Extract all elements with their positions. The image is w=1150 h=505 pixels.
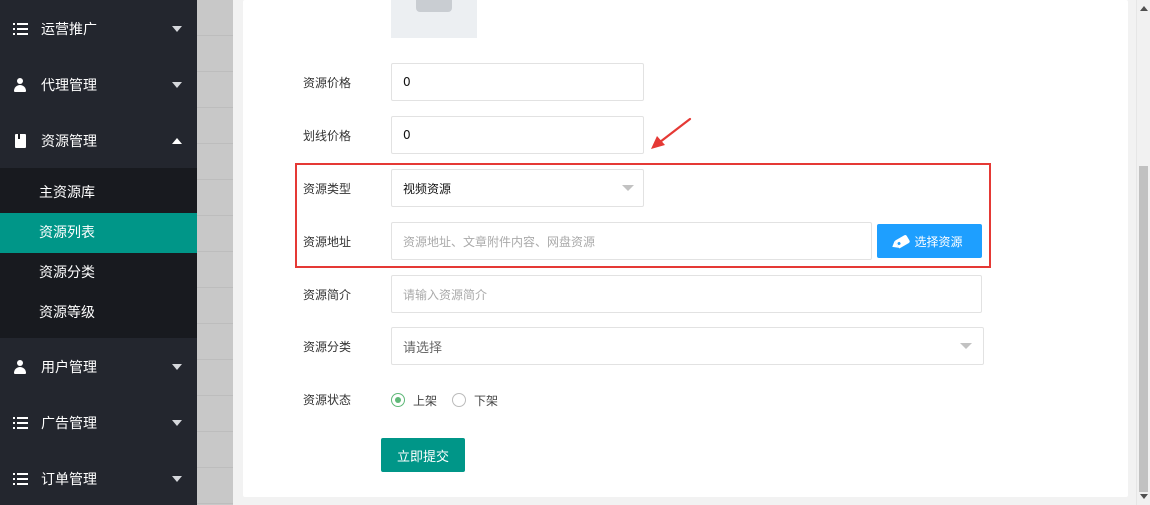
- nav-item-resources[interactable]: 资源管理: [0, 113, 197, 169]
- chevron-down-icon: [172, 26, 182, 32]
- nav-item-ads[interactable]: 广告管理: [0, 395, 197, 451]
- scroll-thumb[interactable]: [1139, 166, 1148, 492]
- choose-resource-button[interactable]: 选择资源: [877, 224, 982, 258]
- resources-submenu: 主资源库 资源列表 资源分类 资源等级: [0, 168, 197, 338]
- scroll-up-icon[interactable]: [1140, 6, 1148, 11]
- nav-item-label: 资源管理: [41, 134, 97, 150]
- scrollbar[interactable]: [1136, 0, 1150, 505]
- chevron-up-icon: [172, 138, 182, 144]
- status-label: 资源状态: [303, 393, 352, 407]
- intro-label: 资源简介: [303, 288, 352, 302]
- camera-icon: [416, 0, 452, 12]
- nav-item-orders[interactable]: 订单管理: [0, 451, 197, 505]
- submit-button[interactable]: 立即提交: [381, 438, 465, 472]
- strike-price-label: 划线价格: [303, 129, 352, 143]
- user-icon: [12, 359, 28, 375]
- nav-item-label: 订单管理: [41, 472, 97, 488]
- chevron-down-icon: [172, 82, 182, 88]
- category-select[interactable]: 请选择: [391, 327, 984, 365]
- list-icon: [12, 471, 28, 487]
- bookmark-icon: [12, 133, 28, 149]
- nav-item-agent[interactable]: 代理管理: [0, 57, 197, 113]
- price-input[interactable]: 0: [391, 63, 644, 101]
- list-icon: [12, 415, 28, 431]
- intro-input[interactable]: 请输入资源简介: [391, 275, 982, 313]
- submenu-item-resource-list[interactable]: 资源列表: [0, 213, 197, 253]
- address-label: 资源地址: [303, 235, 352, 249]
- backdrop-table-lines: [197, 0, 233, 505]
- nav-item-promotion[interactable]: 运营推广: [0, 1, 197, 57]
- annotation-arrow-icon: [651, 117, 692, 149]
- list-icon: [12, 21, 28, 37]
- status-radio-online[interactable]: [391, 393, 405, 407]
- price-label: 资源价格: [303, 76, 352, 90]
- dropdown-caret-icon: [960, 343, 972, 349]
- nav-item-label: 代理管理: [41, 78, 97, 94]
- tag-icon: [895, 233, 911, 249]
- chevron-down-icon: [172, 476, 182, 482]
- nav-item-label: 运营推广: [41, 22, 97, 38]
- nav-item-label: 用户管理: [41, 360, 97, 376]
- address-input[interactable]: 资源地址、文章附件内容、网盘资源: [391, 222, 872, 260]
- status-option-online-label: 上架: [413, 394, 438, 408]
- choose-resource-label: 选择资源: [914, 234, 963, 249]
- nav-item-label: 广告管理: [41, 416, 97, 432]
- type-select[interactable]: 视频资源: [391, 169, 644, 207]
- chevron-down-icon: [172, 364, 182, 370]
- type-label: 资源类型: [303, 182, 352, 196]
- strike-price-input[interactable]: 0: [391, 116, 644, 154]
- submenu-item-resource-category[interactable]: 资源分类: [0, 253, 197, 293]
- agent-icon: [12, 77, 28, 93]
- chevron-down-icon: [172, 420, 182, 426]
- status-radio-offline[interactable]: [452, 393, 466, 407]
- sidebar: 运营推广 代理管理 资源管理 主资源库 资源列表 资源分类 资源等级 用户管理 …: [0, 0, 197, 505]
- category-label: 资源分类: [303, 340, 352, 354]
- cover-image-placeholder[interactable]: [391, 0, 477, 38]
- submenu-item-resource-level[interactable]: 资源等级: [0, 293, 197, 333]
- status-option-offline-label: 下架: [474, 394, 499, 408]
- dropdown-caret-icon: [622, 185, 634, 191]
- nav-item-users[interactable]: 用户管理: [0, 339, 197, 395]
- submenu-item-main-library[interactable]: 主资源库: [0, 173, 197, 213]
- scroll-down-icon[interactable]: [1140, 494, 1148, 499]
